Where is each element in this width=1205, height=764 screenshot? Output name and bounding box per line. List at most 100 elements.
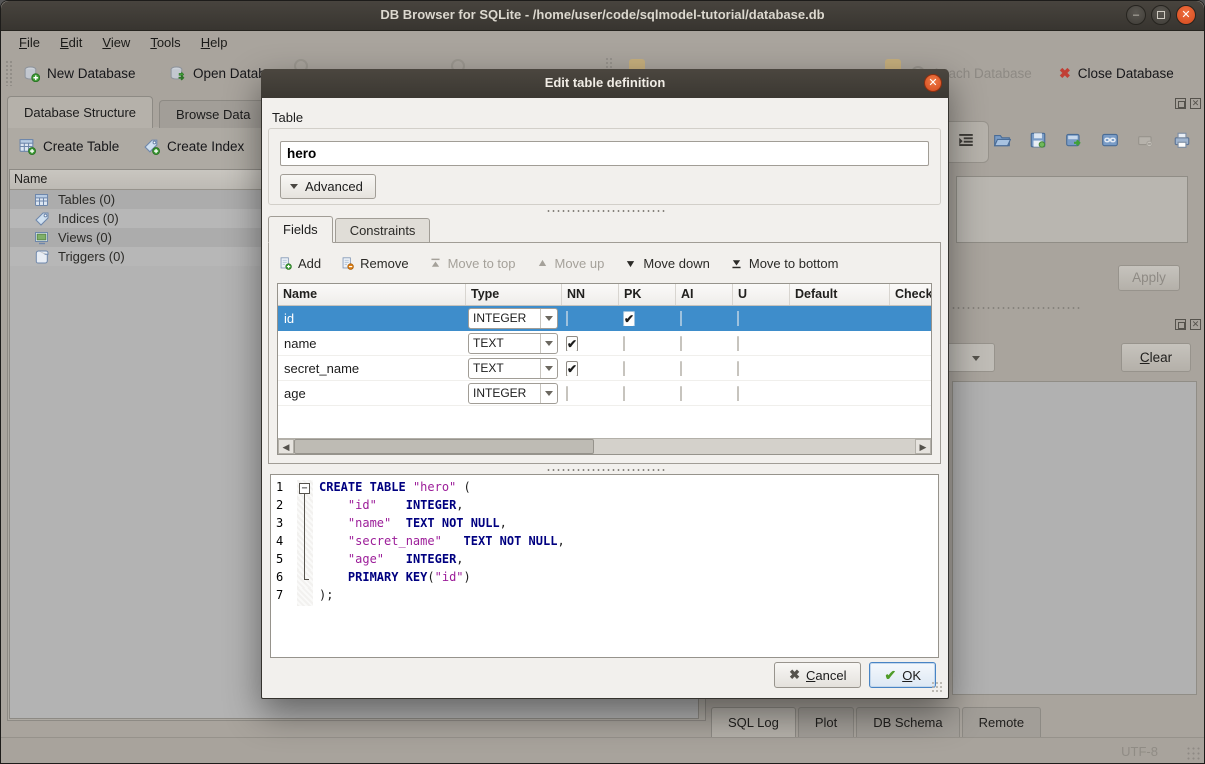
field-name-cell[interactable]: name (278, 336, 466, 351)
field-u-checkbox[interactable] (737, 311, 739, 326)
field-type-select[interactable]: INTEGER (468, 308, 558, 329)
add-icon (279, 257, 292, 270)
tab-database-structure[interactable]: Database Structure (7, 96, 153, 128)
field-name-cell[interactable]: secret_name (278, 361, 466, 376)
column-header-u[interactable]: U (733, 284, 790, 305)
field-type-select[interactable]: INTEGER (468, 383, 558, 404)
dialog-resize-grip[interactable] (931, 681, 944, 694)
dialog-splitter[interactable] (546, 468, 666, 472)
fold-marker[interactable]: − (297, 480, 313, 498)
column-header-type[interactable]: Type (466, 284, 562, 305)
new-database-button[interactable]: New Database (15, 58, 144, 88)
toolbar-drag-handle (605, 57, 612, 69)
create-index-button[interactable]: Create Index (137, 132, 250, 160)
field-pk-checkbox[interactable]: ✔ (623, 311, 635, 326)
dialog-tab-fields[interactable]: Fields (268, 216, 333, 243)
open-file-icon[interactable] (993, 131, 1011, 149)
close-database-button[interactable]: ✖ Close Database (1051, 58, 1182, 88)
field-u-checkbox[interactable] (737, 361, 739, 376)
fields-table-rows: idINTEGER✔nameTEXT✔secret_nameTEXT✔ageIN… (278, 306, 931, 406)
field-ai-checkbox[interactable] (680, 386, 682, 401)
create-table-button[interactable]: Create Table (13, 132, 125, 160)
column-header-ai[interactable]: AI (676, 284, 733, 305)
minimize-button[interactable]: – (1126, 5, 1146, 25)
encoding-indicator[interactable]: UTF-8 (1121, 744, 1158, 759)
cell-editor-textarea[interactable] (956, 176, 1188, 243)
field-ai-checkbox[interactable] (680, 361, 682, 376)
field-nn-checkbox[interactable]: ✔ (566, 361, 578, 376)
menu-edit[interactable]: Edit (50, 33, 92, 52)
column-header-pk[interactable]: PK (619, 284, 676, 305)
link-icon[interactable] (1101, 131, 1119, 149)
maximize-button[interactable] (1151, 5, 1171, 25)
add-button[interactable]: Add (279, 256, 321, 271)
clear-button[interactable]: Clear (1121, 343, 1191, 372)
dialog-tab-constraints[interactable]: Constraints (335, 218, 431, 243)
bottom-tab-db-schema[interactable]: DB Schema (856, 707, 959, 738)
save-file-icon[interactable] (1029, 131, 1047, 149)
horizontal-scrollbar[interactable]: ◀ ▶ (278, 438, 931, 454)
field-nn-checkbox[interactable] (566, 386, 568, 401)
field-type-cell: TEXT (466, 333, 562, 354)
scroll-left-icon[interactable]: ◀ (278, 439, 294, 454)
field-nn-checkbox[interactable] (566, 311, 568, 326)
dock-close-icon[interactable]: ✕ (1190, 98, 1201, 109)
field-pk-checkbox[interactable] (623, 361, 625, 376)
scrollbar-thumb[interactable] (294, 439, 594, 454)
remove-button[interactable]: Remove (341, 256, 408, 271)
scroll-right-icon[interactable]: ▶ (915, 439, 931, 454)
dialog-close-icon[interactable]: ✕ (924, 74, 942, 92)
move-to-bottom-button[interactable]: Move to bottom (730, 256, 839, 271)
menu-help[interactable]: Help (191, 33, 238, 52)
export-icon[interactable] (1065, 131, 1083, 149)
close-button[interactable]: ✕ (1176, 5, 1196, 25)
column-header-nn[interactable]: NN (562, 284, 619, 305)
indent-icon[interactable] (957, 131, 975, 149)
field-row-id[interactable]: idINTEGER ✔ (278, 306, 931, 331)
field-name-cell[interactable]: age (278, 386, 466, 401)
dock-close-icon[interactable]: ✕ (1190, 319, 1201, 330)
dock-float-icon[interactable] (1175, 319, 1186, 330)
edit-table-definition-dialog: Edit table definition ✕ Table Advanced F… (261, 69, 949, 699)
tab-browse-data[interactable]: Browse Data (159, 100, 267, 128)
field-row-name[interactable]: nameTEXT ✔ (278, 331, 931, 356)
move-down-button[interactable]: Move down (624, 256, 709, 271)
cancel-button[interactable]: ✖ Cancel (774, 662, 861, 688)
field-u-checkbox[interactable] (737, 386, 739, 401)
bottom-tab-plot[interactable]: Plot (798, 707, 854, 738)
sql-log-output[interactable] (952, 381, 1197, 695)
advanced-button[interactable]: Advanced (280, 174, 376, 199)
menu-tools[interactable]: Tools (140, 33, 190, 52)
dialog-titlebar[interactable]: Edit table definition ✕ (261, 69, 949, 98)
column-header-check[interactable]: Check (890, 284, 931, 305)
menu-view[interactable]: View (92, 33, 140, 52)
field-row-secret-name[interactable]: secret_nameTEXT ✔ (278, 356, 931, 381)
field-ai-checkbox[interactable] (680, 336, 682, 351)
field-nn-checkbox[interactable]: ✔ (566, 336, 578, 351)
bottom-tab-remote[interactable]: Remote (962, 707, 1042, 738)
field-row-age[interactable]: ageINTEGER (278, 381, 931, 406)
field-name-cell[interactable]: id (278, 311, 466, 326)
field-ai-checkbox[interactable] (680, 311, 682, 326)
resize-grip[interactable] (1186, 746, 1200, 760)
table-name-input[interactable] (280, 141, 929, 166)
window-titlebar[interactable]: DB Browser for SQLite - /home/user/code/… (1, 1, 1204, 31)
print-icon[interactable] (1173, 131, 1191, 149)
new-database-label: New Database (47, 66, 136, 81)
dock-splitter[interactable] (951, 306, 1081, 310)
sql-preview[interactable]: 1−CREATE TABLE "hero" (2 "id" INTEGER,3 … (270, 474, 939, 658)
field-type-select[interactable]: TEXT (468, 358, 558, 379)
field-type-select[interactable]: TEXT (468, 333, 558, 354)
dialog-splitter[interactable] (546, 209, 666, 213)
bottom-tab-sql-log[interactable]: SQL Log (711, 707, 796, 738)
column-header-name[interactable]: Name (278, 284, 466, 305)
field-u-checkbox[interactable] (737, 336, 739, 351)
field-pk-checkbox[interactable] (623, 386, 625, 401)
toolbar-drag-handle[interactable] (5, 60, 12, 86)
field-pk-checkbox[interactable] (623, 336, 625, 351)
menu-file[interactable]: File (9, 33, 50, 52)
dock-float-icon[interactable] (1175, 98, 1186, 109)
column-header-default[interactable]: Default (790, 284, 890, 305)
ok-button[interactable]: ✔ OK (869, 662, 936, 688)
fold-collapse-icon[interactable]: − (299, 483, 310, 494)
